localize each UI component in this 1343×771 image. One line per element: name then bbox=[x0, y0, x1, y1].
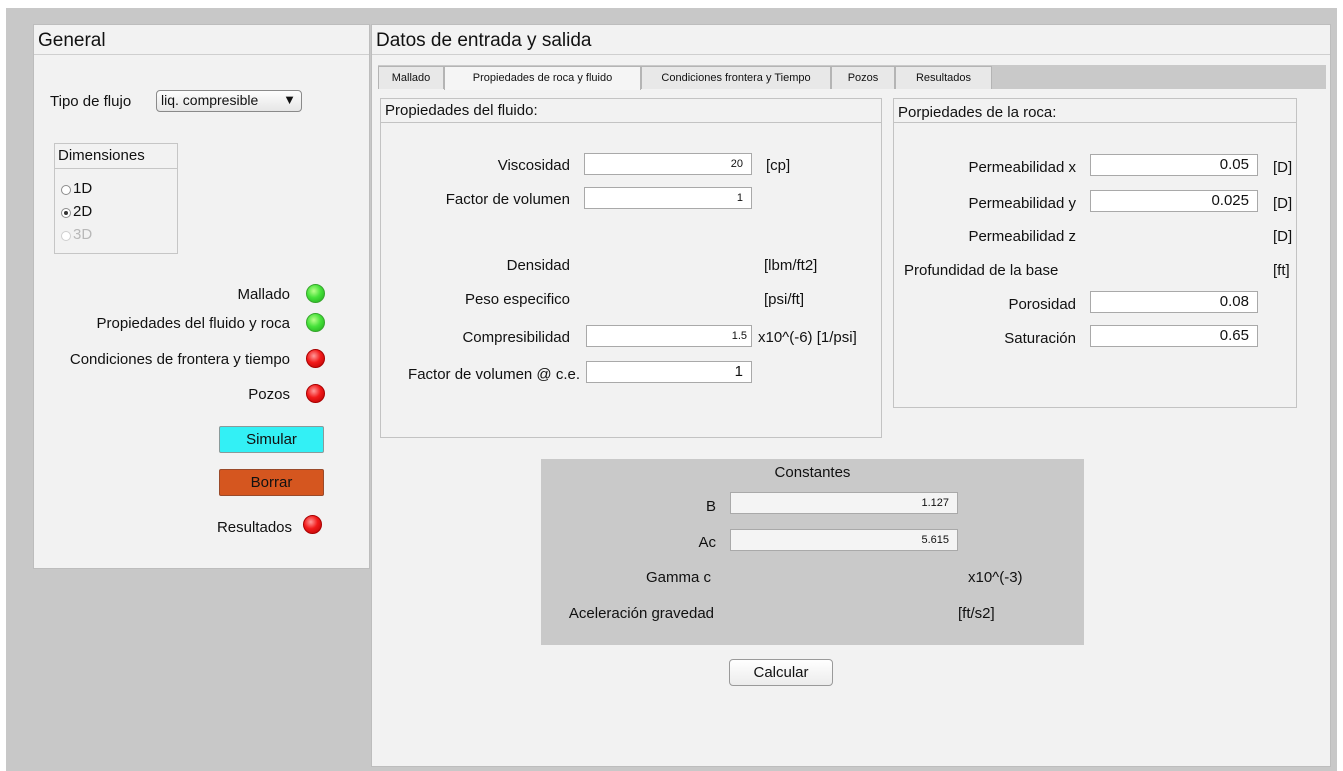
porosity-label: Porosidad bbox=[1008, 296, 1076, 313]
volume-factor-label: Factor de volumen bbox=[445, 191, 570, 208]
radio-circle-icon bbox=[61, 185, 71, 195]
dimensions-title: Dimensiones bbox=[58, 147, 145, 164]
status-properties-label: Propiedades del fluido y roca bbox=[96, 315, 290, 332]
b-output: 1.127 bbox=[730, 492, 958, 514]
data-panel-divider bbox=[372, 54, 1330, 55]
b-label: B bbox=[705, 498, 716, 515]
specific-weight-label: Peso especifico bbox=[464, 291, 570, 308]
tab-results[interactable]: Resultados bbox=[895, 66, 992, 89]
flow-type-label: Tipo de flujo bbox=[50, 93, 132, 110]
density-label: Densidad bbox=[506, 257, 570, 274]
fluid-group-title: Propiedades del fluido: bbox=[385, 102, 538, 119]
perm-y-input[interactable]: 0.025 bbox=[1090, 190, 1258, 212]
status-red-light-icon bbox=[306, 384, 325, 403]
radio-2d-label: 2D bbox=[73, 203, 93, 220]
ac-label: Ac bbox=[698, 534, 716, 551]
radio-selected-icon bbox=[61, 208, 71, 218]
compressibility-label: Compresibilidad bbox=[462, 329, 570, 346]
saturation-input[interactable]: 0.65 bbox=[1090, 325, 1258, 347]
ac-output: 5.615 bbox=[730, 529, 958, 551]
rock-group-title: Porpiedades de la roca: bbox=[898, 104, 1057, 121]
gamma-label: Gamma c bbox=[645, 569, 711, 586]
compressibility-input[interactable]: 1.5 bbox=[586, 325, 752, 347]
tab-boundary-time[interactable]: Condiciones frontera y Tiempo bbox=[641, 66, 831, 89]
calculate-button[interactable]: Calcular bbox=[729, 659, 833, 686]
volume-factor-ce-input[interactable]: 1 bbox=[586, 361, 752, 383]
tab-rock-fluid-properties[interactable]: Propiedades de roca y fluido bbox=[444, 66, 641, 90]
perm-x-input[interactable]: 0.05 bbox=[1090, 154, 1258, 176]
radio-3d: 3D bbox=[60, 226, 140, 243]
volume-factor-input[interactable]: 1 bbox=[584, 187, 752, 209]
tab-mallado[interactable]: Mallado bbox=[378, 66, 444, 89]
density-unit: [lbm/ft2] bbox=[764, 257, 818, 274]
clear-button[interactable]: Borrar bbox=[219, 469, 324, 496]
base-depth-label: Profundidad de la base bbox=[904, 262, 1059, 279]
volume-factor-ce-label: Factor de volumen @ c.e. bbox=[408, 366, 580, 383]
gamma-unit: x10^(-3) bbox=[968, 569, 1023, 586]
rock-properties-group bbox=[893, 98, 1297, 408]
specific-weight-unit: [psi/ft] bbox=[764, 291, 805, 308]
dimensions-divider bbox=[55, 168, 177, 169]
status-red-light-icon bbox=[306, 349, 325, 368]
radio-2d[interactable]: 2D bbox=[60, 203, 140, 220]
base-depth-unit: [ft] bbox=[1273, 262, 1290, 279]
perm-x-unit: [D] bbox=[1273, 159, 1293, 176]
porosity-input[interactable]: 0.08 bbox=[1090, 291, 1258, 313]
viscosity-input[interactable]: 20 bbox=[584, 153, 752, 175]
simulate-button[interactable]: Simular bbox=[219, 426, 324, 453]
general-title-divider bbox=[34, 54, 369, 55]
gravity-label: Aceleración gravedad bbox=[568, 605, 714, 622]
status-green-light-icon bbox=[306, 313, 325, 332]
gravity-unit: [ft/s2] bbox=[958, 605, 995, 622]
results-label: Resultados bbox=[216, 519, 292, 536]
flow-type-dropdown[interactable]: liq. compresible ▼ bbox=[156, 90, 302, 112]
status-boundary-label: Condiciones de frontera y tiempo bbox=[69, 351, 290, 368]
status-mallado-label: Mallado bbox=[237, 286, 290, 303]
viscosity-label: Viscosidad bbox=[497, 157, 570, 174]
perm-z-unit: [D] bbox=[1273, 228, 1293, 245]
chevron-down-icon: ▼ bbox=[283, 92, 296, 107]
viscosity-unit: [cp] bbox=[766, 157, 791, 174]
radio-3d-label: 3D bbox=[73, 226, 93, 243]
general-title: General bbox=[38, 30, 106, 51]
radio-disabled-icon bbox=[61, 231, 71, 241]
saturation-label: Saturación bbox=[1004, 330, 1076, 347]
status-wells-label: Pozos bbox=[248, 386, 290, 403]
rock-group-divider bbox=[894, 122, 1296, 123]
fluid-group-divider bbox=[381, 122, 881, 123]
status-green-light-icon bbox=[306, 284, 325, 303]
perm-z-label: Permeabilidad z bbox=[968, 228, 1076, 245]
flow-type-value: liq. compresible bbox=[161, 92, 259, 108]
status-red-light-icon bbox=[303, 515, 322, 534]
radio-1d[interactable]: 1D bbox=[60, 180, 140, 197]
constants-title: Constantes bbox=[774, 464, 851, 481]
compressibility-unit: x10^(-6) [1/psi] bbox=[758, 329, 857, 346]
perm-y-label: Permeabilidad y bbox=[968, 195, 1076, 212]
data-panel-title: Datos de entrada y salida bbox=[376, 30, 592, 51]
tab-wells[interactable]: Pozos bbox=[831, 66, 895, 89]
radio-1d-label: 1D bbox=[73, 180, 93, 197]
perm-y-unit: [D] bbox=[1273, 195, 1293, 212]
perm-x-label: Permeabilidad x bbox=[968, 159, 1076, 176]
